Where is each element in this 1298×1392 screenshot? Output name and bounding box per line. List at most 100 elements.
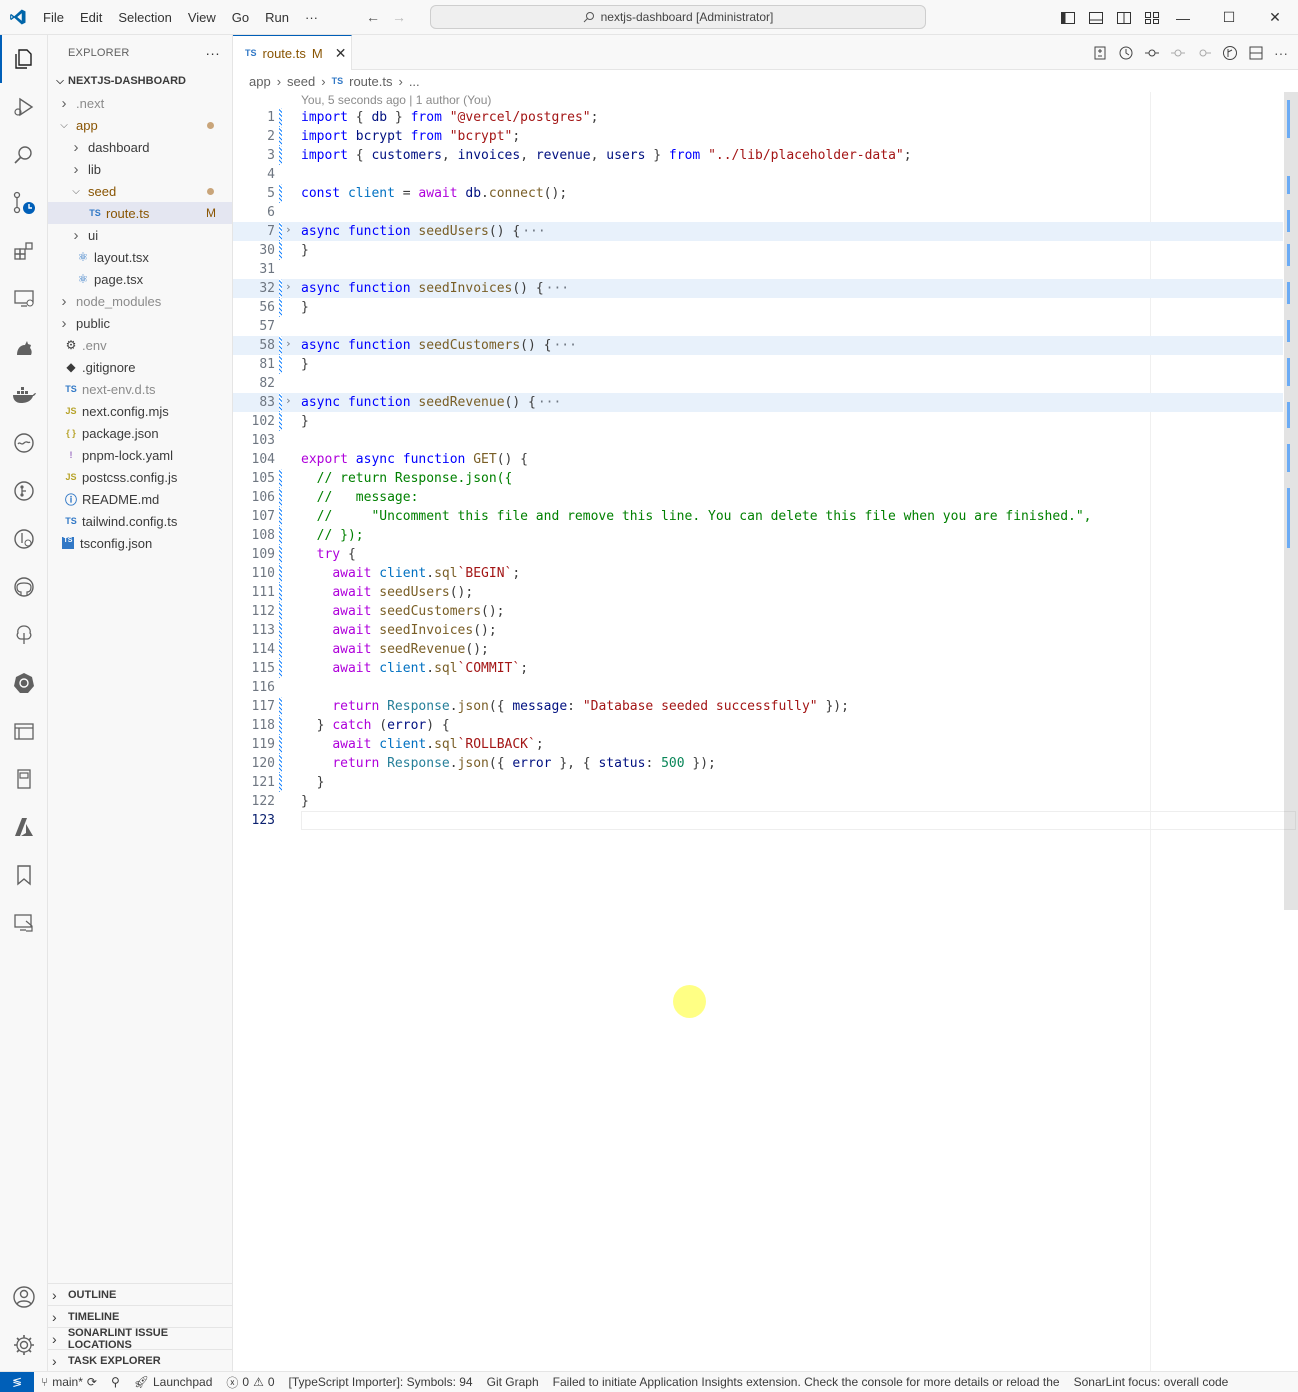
remote-explorer-icon[interactable] [0, 275, 48, 323]
code-line[interactable]: 4 [233, 165, 1283, 184]
git-lens-inspect-icon[interactable] [0, 515, 48, 563]
tree-item-gitignore[interactable]: ◆ .gitignore [48, 356, 232, 378]
git-graph-status[interactable]: Git Graph [480, 1375, 546, 1389]
tree-view-icon[interactable] [0, 611, 48, 659]
azure-app-insights-icon[interactable] [0, 419, 48, 467]
breadcrumb-symbols[interactable]: ... [409, 74, 420, 89]
extensions-icon[interactable] [0, 227, 48, 275]
editor-scrollbar[interactable] [1284, 92, 1298, 1371]
back-arrow-icon[interactable]: ← [366, 9, 380, 25]
code-line[interactable]: 6 [233, 203, 1283, 222]
tree-item-tailwind-config-ts[interactable]: TS tailwind.config.ts [48, 510, 232, 532]
code-line[interactable]: 102} [233, 412, 1283, 431]
fold-chevron-right-icon[interactable]: › [285, 394, 292, 407]
code-line[interactable]: 56} [233, 298, 1283, 317]
search-icon[interactable] [0, 131, 48, 179]
notebook-icon[interactable] [0, 755, 48, 803]
tree-item-tsconfig-json[interactable]: TS tsconfig.json [48, 532, 232, 554]
maximize-icon[interactable]: ☐ [1206, 0, 1252, 35]
git-lens-status[interactable]: ⚲ [104, 1375, 127, 1389]
bookmarks-icon[interactable] [0, 851, 48, 899]
code-line[interactable]: 109 try { [233, 545, 1283, 564]
split-editor-icon[interactable] [1248, 45, 1264, 61]
code-line[interactable]: 3 import { customers, invoices, revenue, … [233, 146, 1283, 165]
pane-outline[interactable]: › OUTLINE [48, 1283, 233, 1305]
explorer-icon[interactable] [0, 35, 48, 83]
folded-ellipsis[interactable]: ··· [538, 395, 561, 410]
forward-arrow-icon[interactable]: → [392, 9, 406, 25]
app-insights-status[interactable]: Failed to initiate Application Insights … [546, 1375, 1067, 1389]
tree-item-next[interactable]: › .next [48, 92, 232, 114]
menu-more-icon[interactable]: ··· [297, 0, 326, 35]
code-line[interactable]: 114 await seedRevenue(); [233, 640, 1283, 659]
remote-indicator-icon[interactable]: ≶ [0, 1372, 34, 1392]
fold-chevron-right-icon[interactable]: › [285, 223, 292, 236]
customize-layout-icon[interactable] [1144, 10, 1160, 26]
code-line[interactable]: 118 } catch (error) { [233, 716, 1283, 735]
timeline-history-icon[interactable] [1118, 45, 1134, 61]
git-lens-icon[interactable] [0, 467, 48, 515]
code-line[interactable]: 108 // }); [233, 526, 1283, 545]
run-debug-icon[interactable] [0, 83, 48, 131]
toggle-panel-icon[interactable] [1088, 10, 1104, 26]
accounts-icon[interactable] [0, 1273, 48, 1321]
tab-close-icon[interactable]: ✕ [335, 45, 347, 62]
menu-run[interactable]: Run [257, 0, 297, 35]
tree-item-route-ts[interactable]: TS route.ts M [48, 202, 232, 224]
open-changes-icon[interactable] [1092, 45, 1108, 61]
tree-item-node-modules[interactable]: › node_modules [48, 290, 232, 312]
manage-gear-icon[interactable] [0, 1321, 48, 1369]
code-line[interactable]: 106 // message: [233, 488, 1283, 507]
tree-item-postcss-config-js[interactable]: JS postcss.config.js [48, 466, 232, 488]
code-line[interactable]: 83 › async function seedRevenue() {··· [233, 393, 1283, 412]
code-line[interactable]: 115 await client.sql`COMMIT`; [233, 659, 1283, 678]
code-line[interactable]: 117 return Response.json({ message: "Dat… [233, 697, 1283, 716]
fold-chevron-right-icon[interactable]: › [285, 337, 292, 350]
breadcrumb-file[interactable]: route.ts [349, 74, 392, 89]
code-line[interactable]: 32 › async function seedInvoices() {··· [233, 279, 1283, 298]
tree-item-next-env-d-ts[interactable]: TS next-env.d.ts [48, 378, 232, 400]
docker-icon[interactable] [0, 371, 48, 419]
tree-item-layout-tsx[interactable]: ⚛ layout.tsx [48, 246, 232, 268]
tree-item-app[interactable]: ⌵ app [48, 114, 232, 136]
branch-indicator[interactable]: ⑂ main* ⟳ [34, 1375, 104, 1389]
menu-view[interactable]: View [180, 0, 224, 35]
azure-icon[interactable] [0, 803, 48, 851]
tree-item-next-config-mjs[interactable]: JS next.config.mjs [48, 400, 232, 422]
tree-item-readme-md[interactable]: ⓘ README.md [48, 488, 232, 510]
tree-item-package-json[interactable]: { } package.json [48, 422, 232, 444]
code-line[interactable]: 104 export async function GET() { [233, 450, 1283, 469]
more-actions-icon[interactable]: ··· [1274, 45, 1288, 61]
sync-icon[interactable]: ⟳ [87, 1375, 97, 1389]
menu-go[interactable]: Go [224, 0, 257, 35]
problems-indicator[interactable]: ⓧ 0 ⚠ 0 [219, 1374, 281, 1391]
tree-item-public[interactable]: › public [48, 312, 232, 334]
code-line[interactable]: 81} [233, 355, 1283, 374]
source-control-icon[interactable] [0, 179, 48, 227]
tree-item-pnpm-lock-yaml[interactable]: ! pnpm-lock.yaml [48, 444, 232, 466]
folded-ellipsis[interactable]: ··· [546, 281, 569, 296]
code-line[interactable]: 82 [233, 374, 1283, 393]
code-line[interactable]: 2 import bcrypt from "bcrypt"; [233, 127, 1283, 146]
tree-item-page-tsx[interactable]: ⚛ page.tsx [48, 268, 232, 290]
git-graph-icon[interactable] [1222, 45, 1238, 61]
code-line[interactable]: 105 // return Response.json({ [233, 469, 1283, 488]
breadcrumb-app[interactable]: app [249, 74, 271, 89]
close-icon[interactable]: ✕ [1252, 0, 1298, 35]
folded-ellipsis[interactable]: ··· [553, 338, 576, 353]
code-line[interactable]: 58 › async function seedCustomers() {··· [233, 336, 1283, 355]
code-line[interactable]: 5 const client = await db.connect(); [233, 184, 1283, 203]
tree-item-ui[interactable]: › ui [48, 224, 232, 246]
workspace-root[interactable]: ⌵ NEXTJS-DASHBOARD [48, 70, 232, 92]
code-line[interactable]: 1 import { db } from "@vercel/postgres"; [233, 108, 1283, 127]
command-center[interactable]: nextjs-dashboard [Administrator] [430, 5, 926, 29]
breadcrumb-seed[interactable]: seed [287, 74, 315, 89]
pane-task-explorer[interactable]: › TASK EXPLORER [48, 1349, 233, 1371]
folded-ellipsis[interactable]: ··· [522, 224, 545, 239]
git-compare-icon[interactable] [1144, 45, 1160, 61]
tree-item-lib[interactable]: › lib [48, 158, 232, 180]
containers-icon[interactable] [0, 707, 48, 755]
code-line[interactable]: 113 await seedInvoices(); [233, 621, 1283, 640]
code-line[interactable]: 121 } [233, 773, 1283, 792]
minimize-icon[interactable]: — [1160, 0, 1206, 35]
